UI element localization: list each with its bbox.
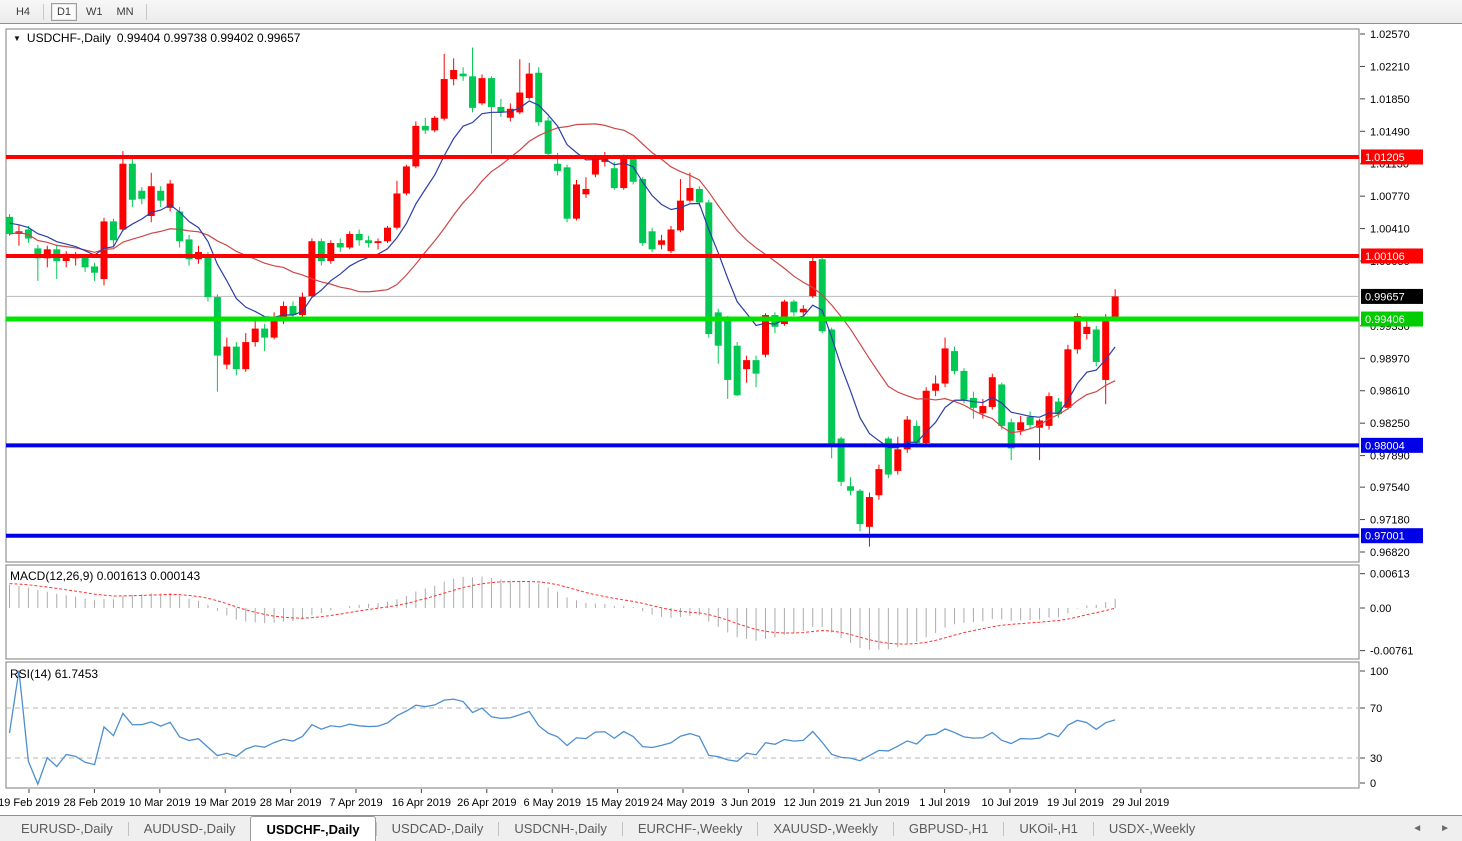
rsi-axis-label: 70 bbox=[1370, 703, 1382, 715]
price-line-label: 1.01205 bbox=[1365, 152, 1405, 164]
chart-ohlc-values: 0.99404 0.99738 0.99402 0.99657 bbox=[117, 31, 301, 45]
x-axis-label: 29 Jul 2019 bbox=[1112, 797, 1169, 809]
x-axis-label: 28 Mar 2019 bbox=[260, 797, 322, 809]
y-axis-label: 1.02210 bbox=[1370, 61, 1410, 73]
toolbar-separator bbox=[146, 4, 147, 20]
price-line-label: 0.99406 bbox=[1365, 314, 1405, 326]
timeframe-button-mn[interactable]: MN bbox=[112, 3, 139, 21]
macd-axis-label: 0.00613 bbox=[1370, 569, 1410, 581]
y-axis-label: 1.01850 bbox=[1370, 94, 1410, 106]
tab-usdcnh-daily[interactable]: USDCNH-,Daily bbox=[499, 816, 621, 841]
y-axis-label: 1.01490 bbox=[1370, 126, 1410, 138]
timeframe-button-h4[interactable]: H4 bbox=[10, 3, 36, 21]
price-line-label: 0.98004 bbox=[1365, 440, 1405, 452]
x-axis: 19 Feb 2019 28 Feb 201910 Mar 201919 Mar … bbox=[0, 789, 1169, 809]
symbol-dropdown-icon[interactable]: ▼ bbox=[13, 34, 21, 43]
rsi-axis-label: 30 bbox=[1370, 753, 1382, 765]
tab-xauusd-weekly[interactable]: XAUUSD-,Weekly bbox=[758, 816, 893, 841]
x-axis-label: 19 Jul 2019 bbox=[1047, 797, 1104, 809]
macd-indicator-label: MACD(12,26,9) 0.001613 0.000143 bbox=[10, 569, 200, 583]
rsi-axis-label: 100 bbox=[1370, 666, 1388, 678]
tab-scroll-left-icon[interactable]: ◄ bbox=[1412, 823, 1422, 834]
tab-audusd-daily[interactable]: AUDUSD-,Daily bbox=[129, 816, 251, 841]
x-axis-label: 15 May 2019 bbox=[586, 797, 650, 809]
timeframe-button-d1[interactable]: D1 bbox=[51, 3, 77, 21]
x-axis-label: 19 Feb 2019 bbox=[0, 797, 60, 809]
y-axis-label: 0.98970 bbox=[1370, 353, 1410, 365]
x-axis-label: 19 Mar 2019 bbox=[194, 797, 256, 809]
x-axis-label: 10 Mar 2019 bbox=[129, 797, 191, 809]
chart-symbol-timeframe: USDCHF-,Daily bbox=[27, 31, 111, 45]
chart-window: ▼ USDCHF-,Daily 0.99404 0.99738 0.99402 … bbox=[0, 23, 1462, 816]
tab-usdcad-daily[interactable]: USDCAD-,Daily bbox=[377, 816, 499, 841]
y-axis-label: 1.00770 bbox=[1370, 191, 1410, 203]
tab-eurchf-weekly[interactable]: EURCHF-,Weekly bbox=[623, 816, 758, 841]
x-axis-label: 12 Jun 2019 bbox=[784, 797, 845, 809]
x-axis-label: 6 May 2019 bbox=[523, 797, 580, 809]
y-axis-label: 0.98250 bbox=[1370, 418, 1410, 430]
y-axis-label: 0.97180 bbox=[1370, 515, 1410, 527]
tab-scroll-arrows: ◄ ► bbox=[1412, 816, 1450, 841]
y-axis: 1.025701.022101.018501.014901.011301.007… bbox=[1360, 29, 1413, 790]
tab-scroll-right-icon[interactable]: ► bbox=[1440, 823, 1450, 834]
y-axis-label: 1.02570 bbox=[1370, 29, 1410, 41]
rsi-indicator-label: RSI(14) 61.7453 bbox=[10, 667, 98, 681]
y-axis-label: 0.96820 bbox=[1370, 547, 1410, 559]
x-axis-label: 28 Feb 2019 bbox=[64, 797, 126, 809]
x-axis-label: 10 Jul 2019 bbox=[982, 797, 1039, 809]
price-line-label: 0.99657 bbox=[1365, 291, 1405, 303]
price-chart-canvas[interactable]: 1.025701.022101.018501.014901.011301.007… bbox=[0, 24, 1462, 816]
x-axis-label: 1 Jul 2019 bbox=[919, 797, 970, 809]
x-axis-label: 21 Jun 2019 bbox=[849, 797, 910, 809]
timeframe-button-w1[interactable]: W1 bbox=[81, 3, 108, 21]
rsi-value: 61.7453 bbox=[55, 667, 98, 681]
tab-ukoil-h1[interactable]: UKOil-,H1 bbox=[1004, 816, 1093, 841]
macd-axis-label: 0.00 bbox=[1370, 603, 1391, 615]
y-axis-label: 0.97540 bbox=[1370, 482, 1410, 494]
chart-title: ▼ USDCHF-,Daily 0.99404 0.99738 0.99402 … bbox=[13, 31, 300, 45]
x-axis-label: 7 Apr 2019 bbox=[329, 797, 382, 809]
macd-values: 0.001613 0.000143 bbox=[97, 569, 200, 583]
x-axis-label: 3 Jun 2019 bbox=[721, 797, 775, 809]
panel-frames bbox=[6, 29, 1359, 788]
y-axis-label: 0.98610 bbox=[1370, 386, 1410, 398]
x-axis-label: 26 Apr 2019 bbox=[457, 797, 516, 809]
tab-usdchf-daily[interactable]: USDCHF-,Daily bbox=[250, 816, 375, 841]
price-line-label: 0.97001 bbox=[1365, 531, 1405, 543]
tab-eurusd-daily[interactable]: EURUSD-,Daily bbox=[6, 816, 128, 841]
timeframe-toolbar: H4 D1W1MN bbox=[0, 0, 1462, 24]
tab-gbpusd-h1[interactable]: GBPUSD-,H1 bbox=[894, 816, 1003, 841]
rsi-axis-label: 0 bbox=[1370, 778, 1376, 790]
y-axis-label: 1.00410 bbox=[1370, 224, 1410, 236]
macd-axis-label: -0.00761 bbox=[1370, 646, 1413, 658]
x-axis-label: 16 Apr 2019 bbox=[392, 797, 451, 809]
toolbar-separator bbox=[43, 4, 44, 20]
chart-tab-bar: EURUSD-,DailyAUDUSD-,DailyUSDCHF-,DailyU… bbox=[0, 815, 1462, 841]
price-line-label: 1.00106 bbox=[1365, 251, 1405, 263]
x-axis-label: 24 May 2019 bbox=[651, 797, 715, 809]
tab-usdx-weekly[interactable]: USDX-,Weekly bbox=[1094, 816, 1210, 841]
